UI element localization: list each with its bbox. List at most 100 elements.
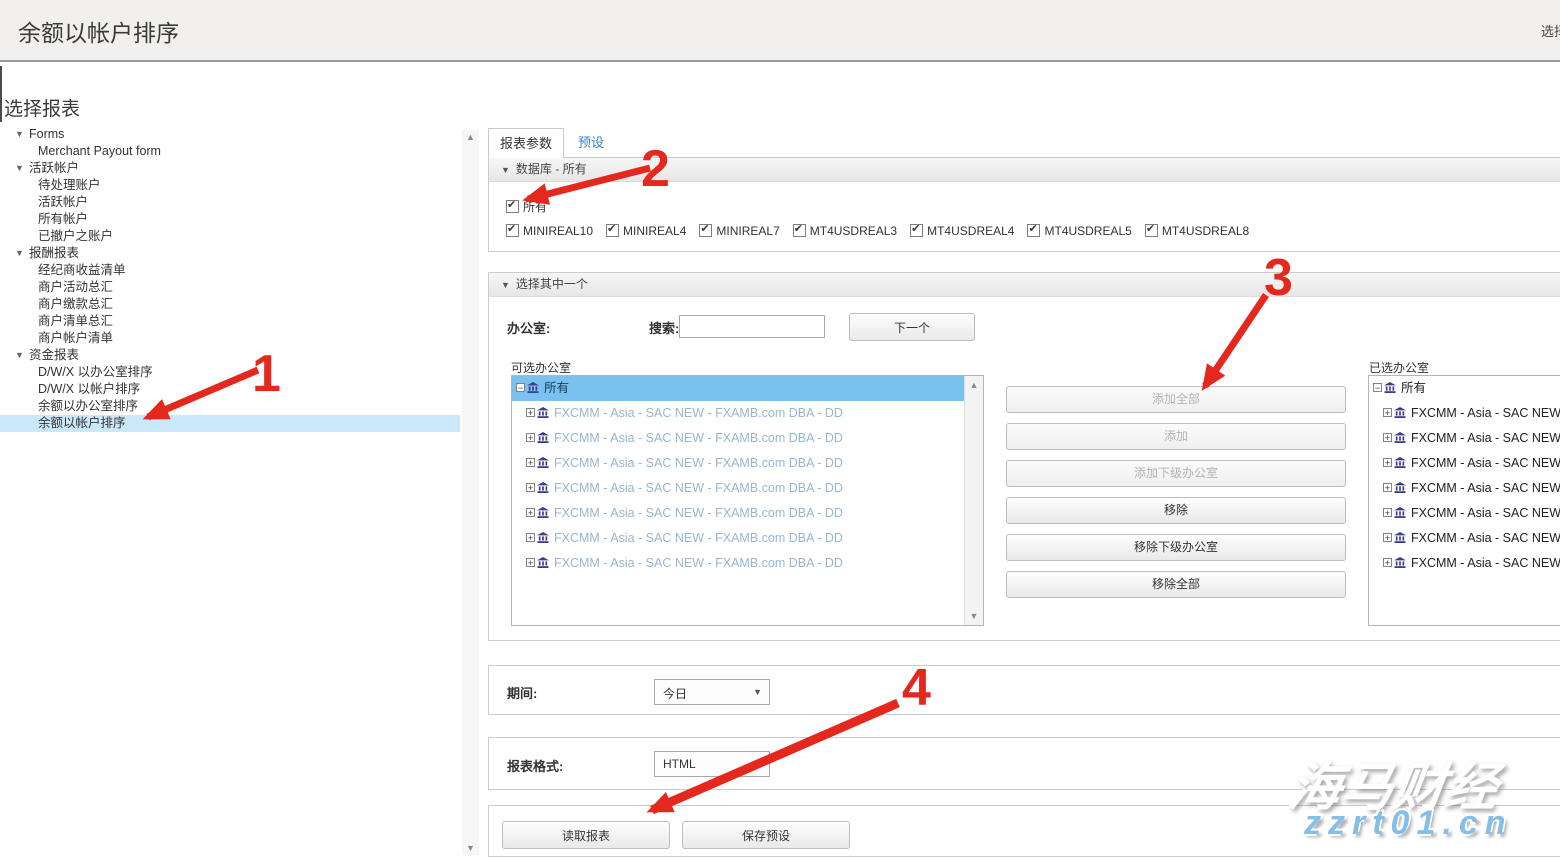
tree-item-node[interactable]: ▼活跃帐户	[0, 160, 460, 177]
tree-item-node[interactable]: Merchant Payout form	[0, 143, 460, 160]
transfer-button-enabled[interactable]: 移除	[1006, 497, 1346, 524]
office-section-header[interactable]: ▼选择其中一个	[489, 273, 1560, 297]
bank-building-icon	[1384, 377, 1396, 402]
db-checkbox-minireal10[interactable]: ✔	[506, 224, 519, 237]
scroll-down-icon[interactable]: ▼	[965, 611, 983, 621]
tree-item-node[interactable]: 所有帐户	[0, 211, 460, 228]
bank-building-icon	[537, 427, 549, 452]
bank-building-icon	[537, 527, 549, 552]
db-option: ✔MINIREAL4	[606, 224, 686, 238]
page-scrollbar[interactable]: ▲ ▼	[462, 130, 479, 855]
expand-plus-icon[interactable]: +	[526, 408, 535, 417]
db-checkbox-mt4usdreal4[interactable]: ✔	[910, 224, 923, 237]
expand-plus-icon[interactable]: +	[1383, 408, 1392, 417]
tree-item-node[interactable]: ▼资金报表	[0, 347, 460, 364]
collapse-triangle-icon[interactable]: ▼	[15, 126, 29, 143]
expand-plus-icon[interactable]: +	[1383, 433, 1392, 442]
db-all-label: 所有	[523, 200, 547, 214]
save-preset-button[interactable]: 保存预设	[682, 821, 850, 849]
db-checkbox-mt4usdreal5[interactable]: ✔	[1027, 224, 1040, 237]
db-checkbox-mt4usdreal8[interactable]: ✔	[1145, 224, 1158, 237]
db-checkbox-minireal4[interactable]: ✔	[606, 224, 619, 237]
db-checkbox-mt4usdreal3[interactable]: ✔	[793, 224, 806, 237]
next-button[interactable]: 下一个	[849, 313, 975, 341]
available-office-row[interactable]: +FXCMM - Asia - SAC NEW - FXAMB.com DBA …	[512, 501, 964, 526]
office-search-input[interactable]	[679, 315, 825, 338]
available-all-row[interactable]: −所有	[512, 376, 964, 401]
transfer-button-enabled[interactable]: 移除全部	[1006, 571, 1346, 598]
tree-item-node[interactable]: 活跃帐户	[0, 194, 460, 211]
tree-item-node[interactable]: 商户缴款总汇	[0, 296, 460, 313]
tab-preset[interactable]: 预设	[578, 128, 604, 158]
tree-item-node[interactable]: D/W/X 以帐户排序	[0, 381, 460, 398]
available-office-row[interactable]: + FXCMM - Asia - SAC NEW - FXAMB.com DBA …	[512, 451, 964, 476]
period-select[interactable]: 今日 ▼	[654, 679, 770, 705]
list-item-label: FXCMM - Asia - SAC NEW - FXAMB.com DBA -…	[1411, 456, 1560, 470]
selected-office-row[interactable]: +FXCMM - Asia - SAC NEW - FXAMB.com DBA …	[1369, 551, 1560, 576]
db-checkbox-minireal7[interactable]: ✔	[699, 224, 712, 237]
tree-item-node[interactable]: ▼Forms	[0, 126, 460, 143]
expand-plus-icon[interactable]: +	[1383, 558, 1392, 567]
collapse-minus-icon[interactable]: −	[516, 383, 525, 392]
expand-plus-icon[interactable]: +	[526, 433, 535, 442]
header-right-clipped-link[interactable]: 选择	[1541, 21, 1560, 40]
tree-item-node[interactable]: 待处理账户	[0, 177, 460, 194]
expand-plus-icon[interactable]: +	[1383, 533, 1392, 542]
bank-building-icon	[1394, 552, 1406, 577]
tree-item-selected[interactable]: 余额以帐户排序	[0, 415, 460, 432]
collapse-minus-icon[interactable]: −	[1373, 383, 1382, 392]
tree-item-node[interactable]: 商户清单总汇	[0, 313, 460, 330]
expand-plus-icon[interactable]: +	[1383, 458, 1392, 467]
db-label: MINIREAL10	[523, 224, 593, 238]
expand-plus-icon[interactable]: +	[526, 458, 535, 467]
tree-item-node[interactable]: 商户活动总汇	[0, 279, 460, 296]
scroll-up-icon[interactable]: ▲	[965, 380, 983, 390]
collapse-triangle-icon[interactable]: ▼	[15, 160, 29, 177]
selected-offices-label: 已选办公室	[1369, 359, 1429, 376]
list-item-label: FXCMM - Asia - SAC NEW - FXAMB.com DBA -…	[554, 431, 843, 445]
database-section-title: 数据库 - 所有	[516, 162, 587, 176]
list-item-label: FXCMM - Asia - SAC NEW - FXAMB.com DBA -…	[554, 481, 843, 495]
tree-item-node[interactable]: 商户帐户清单	[0, 330, 460, 347]
tree-item-node[interactable]: ▼报酬报表	[0, 245, 460, 262]
list-item-label: FXCMM - Asia - SAC NEW - FXAMB.com DBA -…	[554, 456, 843, 470]
scroll-up-icon[interactable]: ▲	[462, 132, 479, 142]
expand-plus-icon[interactable]: +	[526, 508, 535, 517]
scroll-down-icon[interactable]: ▼	[462, 843, 479, 853]
transfer-buttons: 添加全部添加添加下级办公室移除移除下级办公室移除全部	[1006, 386, 1346, 608]
selected-office-row[interactable]: +FXCMM - Asia - SAC NEW - FXAMB.com DBA …	[1369, 426, 1560, 451]
tree-item-node[interactable]: D/W/X 以办公室排序	[0, 364, 460, 381]
available-office-row[interactable]: +FXCMM - Asia - SAC NEW - FXAMB.com DBA …	[512, 526, 964, 551]
tab-report-params[interactable]: 报表参数	[488, 128, 564, 158]
transfer-button-enabled[interactable]: 移除下级办公室	[1006, 534, 1346, 561]
expand-plus-icon[interactable]: +	[526, 558, 535, 567]
available-office-row[interactable]: +FXCMM - Asia - SAC NEW - FXAMB.com DBA …	[512, 551, 964, 576]
selected-office-row[interactable]: +FXCMM - Asia - SAC NEW - FXAMB.com DBA …	[1369, 526, 1560, 551]
expand-plus-icon[interactable]: +	[526, 533, 535, 542]
tree-item-node[interactable]: 经纪商收益清单	[0, 262, 460, 279]
expand-plus-icon[interactable]: +	[1383, 483, 1392, 492]
expand-plus-icon[interactable]: +	[1383, 508, 1392, 517]
tree-item-node[interactable]: 已撤户之账户	[0, 228, 460, 245]
selected-all-row[interactable]: −所有	[1369, 376, 1560, 401]
database-section-header[interactable]: ▼数据库 - 所有	[489, 158, 1560, 182]
available-office-row[interactable]: + FXCMM - Asia - SAC NEW - FXAMB.com DBA …	[512, 476, 964, 501]
tree-item-label: Forms	[29, 127, 64, 141]
collapse-triangle-icon[interactable]: ▼	[15, 245, 29, 262]
expand-plus-icon[interactable]: +	[526, 483, 535, 492]
db-label: MINIREAL7	[716, 224, 779, 238]
collapse-triangle-icon[interactable]: ▼	[15, 347, 29, 364]
available-office-row[interactable]: + FXCMM - Asia - SAC NEW - FXAMB.com DBA …	[512, 426, 964, 451]
selected-office-row[interactable]: +FXCMM - Asia - SAC NEW - FXAMB.com DBA …	[1369, 401, 1560, 426]
available-office-row[interactable]: +FXCMM - Asia - SAC NEW - FXAMB.com DBA …	[512, 401, 964, 426]
load-report-button[interactable]: 读取报表	[502, 821, 670, 849]
selected-office-row[interactable]: +FXCMM - Asia - SAC NEW - FXAMB.com DBA …	[1369, 501, 1560, 526]
db-all-checkbox[interactable]: ✔	[506, 200, 519, 213]
tree-item-label: 经纪商收益清单	[38, 263, 126, 277]
tree-item-node[interactable]: 余额以办公室排序	[0, 398, 460, 415]
db-option: ✔ MINIREAL7	[699, 224, 779, 238]
selected-office-row[interactable]: +FXCMM - Asia - SAC NEW - FXAMB.com DBA …	[1369, 476, 1560, 501]
available-list-scrollbar[interactable]: ▲ ▼	[964, 376, 983, 625]
selected-office-row[interactable]: + FXCMM - Asia - SAC NEW - FXAMB.com DBA …	[1369, 451, 1560, 476]
format-select[interactable]: HTML ▼	[654, 751, 770, 777]
